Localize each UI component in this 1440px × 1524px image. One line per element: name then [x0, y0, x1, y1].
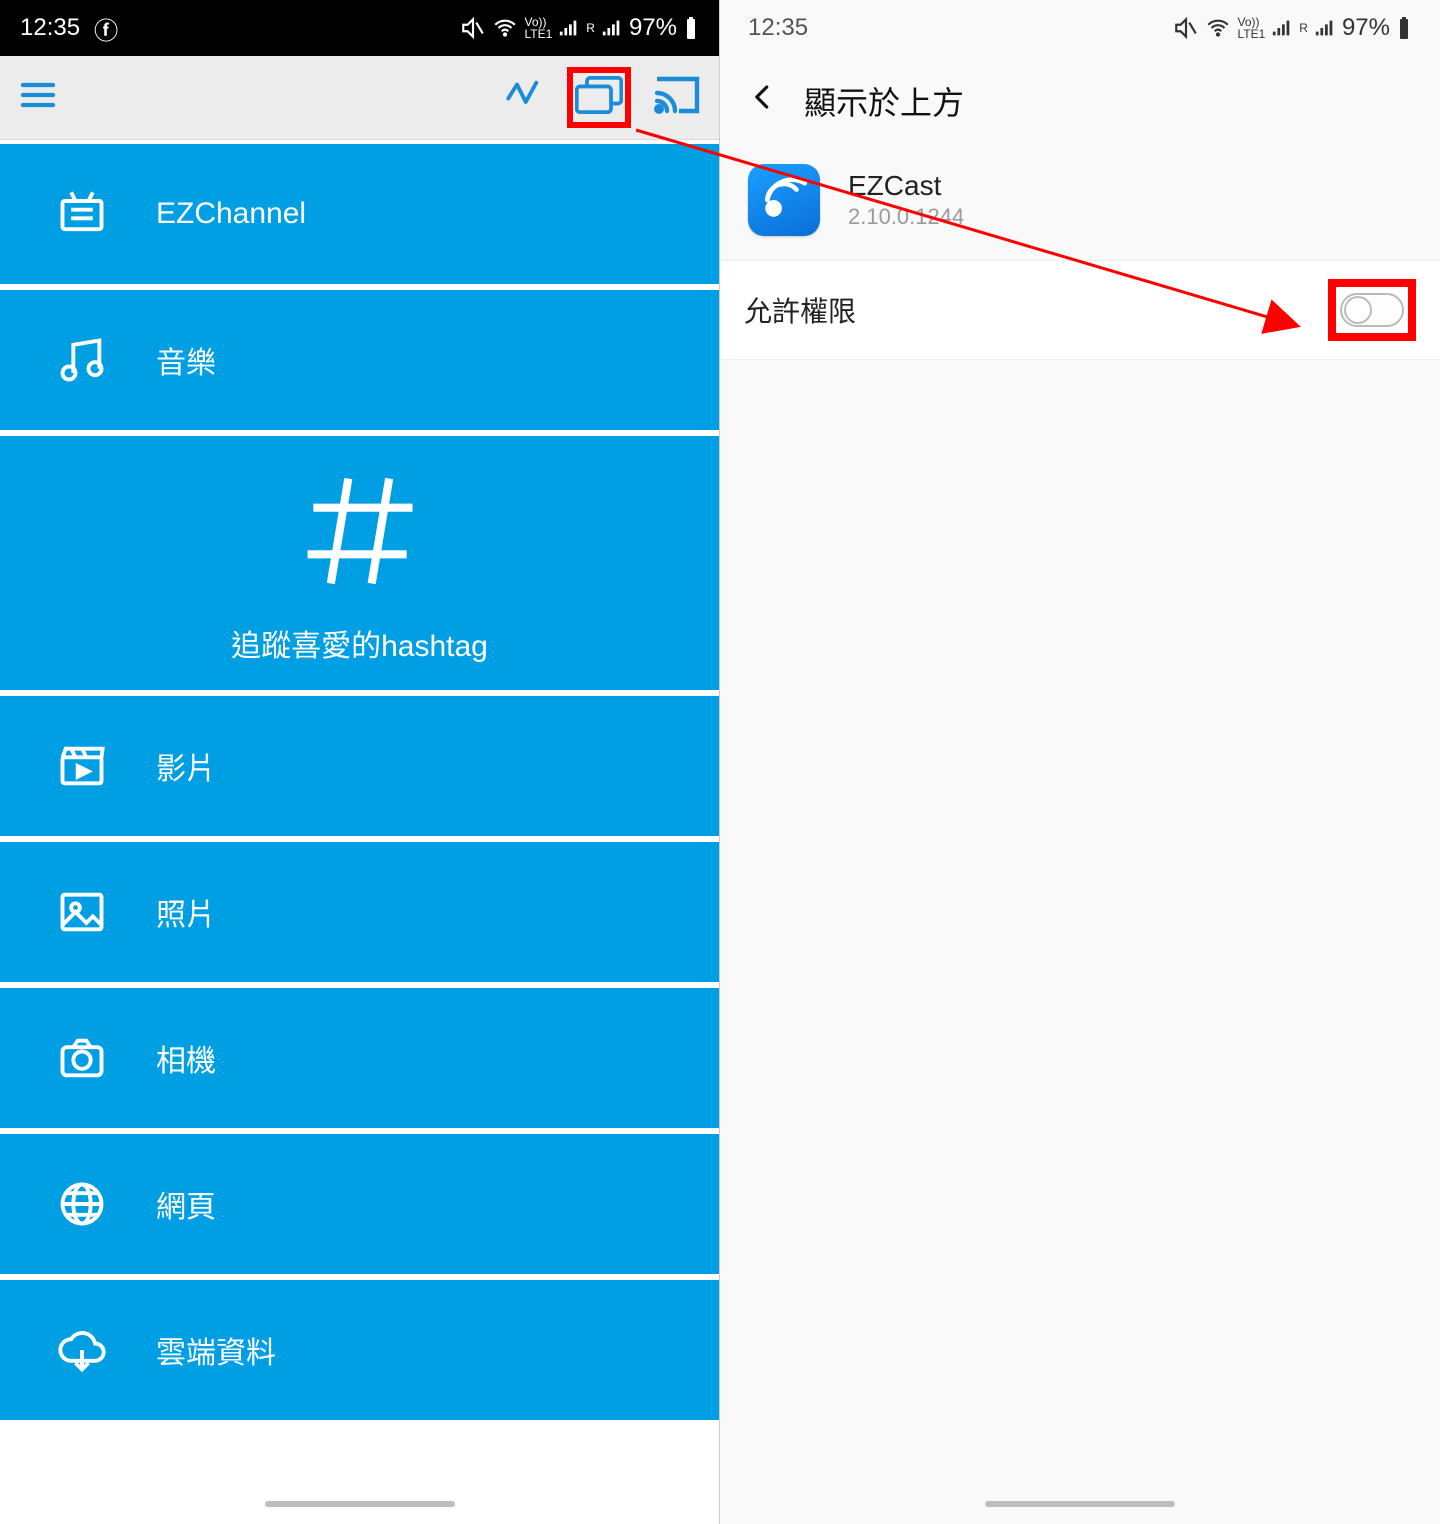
menu-item-camera[interactable]: 相機: [0, 988, 719, 1128]
image-icon: [54, 886, 110, 938]
wifi-icon: [1205, 15, 1231, 41]
status-battery-pct: 97%: [629, 14, 677, 42]
nav-gesture-bar[interactable]: [720, 1484, 1440, 1524]
signal-r-icon: R: [1299, 21, 1308, 35]
app-name: EZCast: [848, 170, 964, 202]
hamburger-icon[interactable]: [18, 75, 58, 120]
menu-item-photo[interactable]: 照片: [0, 842, 719, 982]
clapperboard-icon: [54, 740, 110, 792]
menu-item-ezchannel[interactable]: EZChannel: [0, 144, 719, 284]
permission-row[interactable]: 允許權限: [720, 260, 1440, 360]
app-toolbar: [0, 56, 719, 140]
ezcast-app-icon: e: [748, 164, 820, 236]
nav-gesture-bar[interactable]: [0, 1484, 719, 1524]
menu-label: 追蹤喜愛的hashtag: [231, 621, 488, 665]
camera-icon: [54, 1032, 110, 1084]
menu-item-music[interactable]: 音樂: [0, 290, 719, 430]
status-time: 12:35: [20, 14, 80, 42]
svg-text:e: e: [770, 204, 777, 218]
menu-label: 網頁: [156, 1182, 216, 1226]
battery-icon: [1396, 16, 1412, 40]
cloud-download-icon: [54, 1324, 110, 1376]
wifi-icon: [492, 15, 518, 41]
signal2-icon: [601, 17, 623, 39]
menu-label: 雲端資料: [156, 1328, 276, 1372]
mirror-icon[interactable]: [575, 102, 623, 119]
battery-icon: [683, 16, 699, 40]
signal2-icon: [1314, 17, 1336, 39]
volte-icon: Vo))LTE1: [1237, 16, 1265, 40]
menu-item-video[interactable]: 影片: [0, 696, 719, 836]
status-battery-pct: 97%: [1342, 14, 1390, 42]
signal-icon: [558, 17, 580, 39]
main-menu: EZChannel 音樂 追蹤喜愛的hashtag 影片: [0, 140, 719, 1484]
mute-icon: [460, 15, 486, 41]
volte-icon: Vo))LTE1: [524, 16, 552, 40]
mirror-button-highlight: [567, 67, 631, 128]
permission-label: 允許權限: [744, 290, 856, 330]
signal-r-icon: R: [586, 21, 595, 35]
menu-label: 音樂: [156, 338, 216, 382]
menu-label: EZChannel: [156, 197, 306, 231]
menu-label: 相機: [156, 1036, 216, 1080]
menu-item-cloud[interactable]: 雲端資料: [0, 1280, 719, 1420]
menu-item-web[interactable]: 網頁: [0, 1134, 719, 1274]
permission-toggle[interactable]: [1340, 293, 1404, 327]
pen-icon[interactable]: [503, 74, 545, 121]
menu-item-hashtag[interactable]: 追蹤喜愛的hashtag: [0, 436, 719, 690]
permission-toggle-highlight: [1328, 279, 1416, 341]
settings-header: 顯示於上方: [720, 56, 1440, 146]
settings-title: 顯示於上方: [804, 78, 964, 124]
music-icon: [54, 334, 110, 386]
hashtag-icon: [290, 461, 430, 609]
signal-icon: [1271, 17, 1293, 39]
status-time: 12:35: [748, 14, 808, 42]
facebook-icon: ⓕ: [94, 11, 118, 46]
mute-icon: [1173, 15, 1199, 41]
back-icon[interactable]: [748, 82, 778, 120]
status-bar: 12:35 ⓕ Vo))LTE1 R 97%: [0, 0, 719, 56]
app-version: 2.10.0.1244: [848, 204, 964, 230]
menu-label: 照片: [156, 890, 216, 934]
app-info-row: e EZCast 2.10.0.1244: [720, 146, 1440, 260]
globe-icon: [54, 1178, 110, 1230]
status-bar: 12:35 Vo))LTE1 R 97%: [720, 0, 1440, 56]
menu-label: 影片: [156, 744, 216, 788]
cast-icon[interactable]: [653, 75, 701, 120]
tv-icon: [54, 188, 110, 240]
